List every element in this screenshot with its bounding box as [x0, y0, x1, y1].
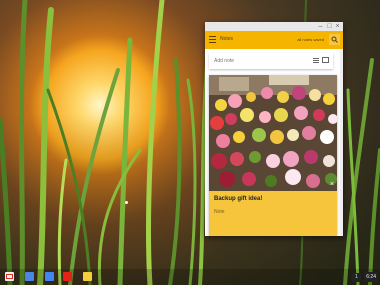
search-button[interactable]: [329, 34, 340, 45]
remove-image-icon[interactable]: ×: [330, 181, 334, 188]
desktop: – □ × Notes all notes saved Add note × B…: [0, 0, 380, 285]
new-image-note-icon[interactable]: [322, 57, 329, 63]
window-controls: – □ ×: [205, 22, 343, 31]
scrollbar[interactable]: [340, 49, 343, 236]
keep-app-window[interactable]: – □ × Notes all notes saved Add note × B…: [205, 22, 343, 236]
add-note-placeholder[interactable]: Add note: [214, 58, 234, 64]
app-title: Notes: [220, 36, 234, 42]
add-note-input[interactable]: Add note: [209, 53, 333, 69]
flowers-photo: [209, 75, 337, 191]
search-icon: [331, 36, 338, 43]
taskbar-shelf: 1 6:24: [0, 269, 380, 285]
youtube-icon[interactable]: [63, 272, 72, 281]
note-card[interactable]: × Backup gift idea! Note: [209, 75, 337, 236]
minimize-button[interactable]: –: [317, 23, 324, 30]
menu-icon[interactable]: [209, 36, 216, 43]
new-list-icon[interactable]: [313, 58, 319, 64]
note-image: ×: [209, 75, 337, 191]
google-search-icon[interactable]: [25, 272, 34, 281]
keep-header: Notes all notes saved: [205, 31, 343, 49]
gmail-icon[interactable]: [5, 272, 14, 281]
sync-status: all notes saved: [297, 37, 324, 42]
notification-badge[interactable]: 1: [352, 273, 361, 282]
docs-icon[interactable]: [45, 272, 54, 281]
note-body[interactable]: Note: [214, 209, 225, 215]
maximize-button[interactable]: □: [326, 23, 333, 30]
note-title[interactable]: Backup gift idea!: [214, 196, 262, 202]
mouse-cursor: [125, 201, 128, 204]
keep-icon[interactable]: [83, 272, 92, 281]
close-window-button[interactable]: ×: [334, 23, 341, 30]
status-area-clock[interactable]: 6:24: [364, 272, 378, 282]
